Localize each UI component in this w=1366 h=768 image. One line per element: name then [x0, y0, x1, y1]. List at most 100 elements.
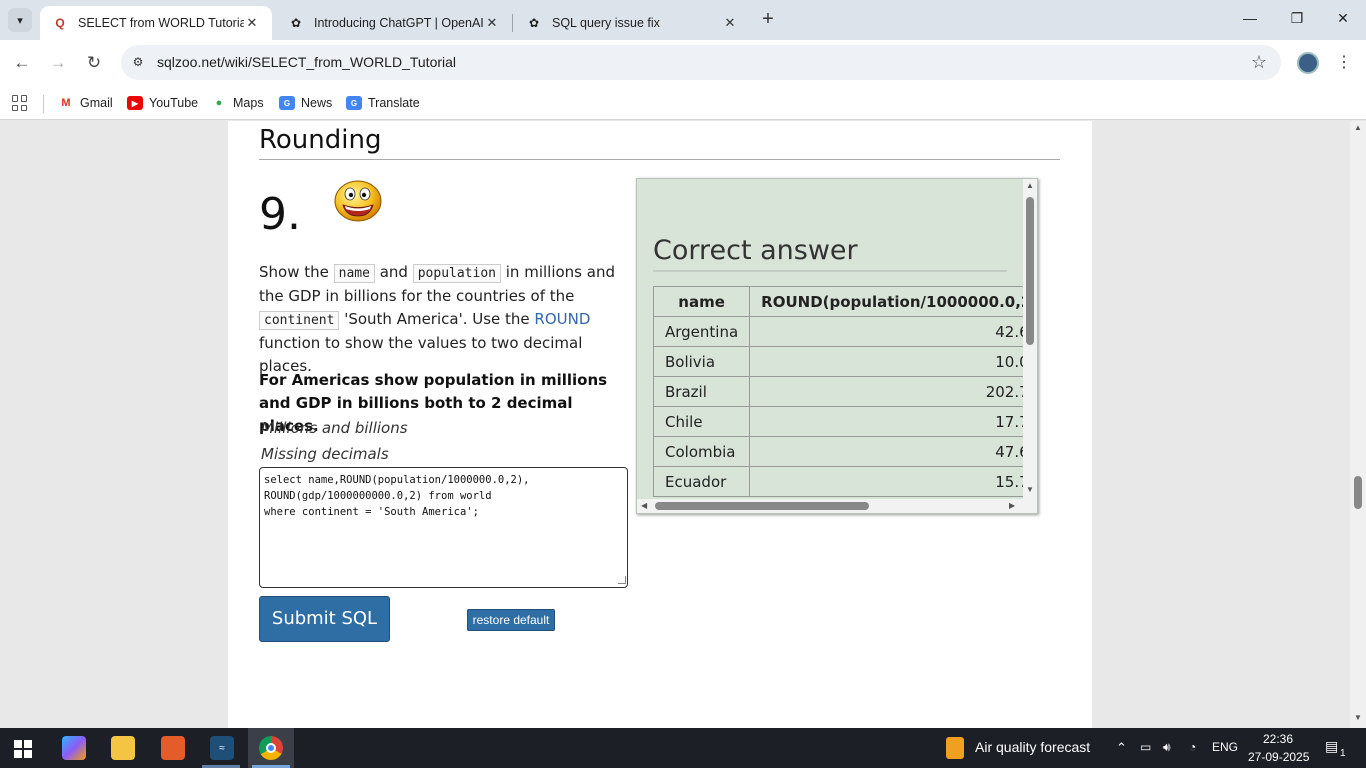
answer-horizontal-scrollbar[interactable]: ◀ ▶: [637, 499, 1037, 513]
bookmark-translate[interactable]: G Translate: [346, 93, 420, 113]
section-heading: Rounding: [259, 125, 1060, 160]
page-content: Rounding 9. Show the name and population…: [228, 121, 1092, 728]
close-icon[interactable]: ✕: [722, 15, 738, 31]
office-app-icon[interactable]: [161, 736, 185, 760]
reload-icon: ↻: [86, 53, 102, 72]
map-pin-icon: ●: [215, 97, 223, 109]
address-bar[interactable]: ⚙ sqlzoo.net/wiki/SELECT_from_WORLD_Tuto…: [121, 45, 1281, 80]
cell-value: 202.79: [749, 376, 1037, 407]
code-population: population: [412, 264, 501, 283]
openai-icon: ✿: [528, 16, 540, 30]
cell-value: 15.77: [749, 466, 1037, 497]
bookmarks-separator: [43, 95, 44, 113]
cell-value: 17.77: [749, 406, 1037, 437]
youtube-icon: ▶: [127, 96, 143, 110]
clock-date[interactable]: 27-09-2025: [1248, 750, 1309, 764]
bookmark-maps[interactable]: ● Maps: [211, 93, 264, 113]
tab-search-button[interactable]: ▾: [8, 8, 32, 32]
openai-icon: ✿: [290, 16, 302, 30]
page-scrollbar[interactable]: ▲ ▼: [1350, 121, 1366, 728]
cell-name: Argentina: [652, 316, 751, 347]
chevron-up-icon[interactable]: ⌃: [1116, 740, 1127, 756]
code-name: name: [333, 264, 375, 283]
page-scroll-thumb[interactable]: [1354, 476, 1362, 509]
scroll-down-icon[interactable]: ▼: [1354, 713, 1362, 722]
scroll-left-icon[interactable]: ◀: [641, 501, 647, 510]
tab-introducing-chatgpt[interactable]: ✿ Introducing ChatGPT | OpenAI ✕: [276, 6, 512, 40]
minimize-button[interactable]: —: [1240, 10, 1260, 30]
bookmark-label: YouTube: [149, 96, 199, 110]
speaker-icon[interactable]: 🔊︎: [1163, 740, 1171, 755]
scroll-thumb[interactable]: [1026, 197, 1034, 345]
tab-select-from-world[interactable]: Q SELECT from WORLD Tutorial - ✕: [40, 6, 272, 40]
restore-window-button[interactable]: ❐: [1287, 10, 1307, 30]
round-function-link[interactable]: ROUND: [534, 310, 590, 328]
notification-icon[interactable]: ▤: [1325, 738, 1338, 755]
column-header: name: [652, 286, 751, 317]
site-info-icon[interactable]: ⚙: [129, 53, 147, 71]
table-row: Argentina 42.67: [652, 316, 1037, 347]
notification-count: 1: [1340, 748, 1346, 759]
dolphin-icon: ≈: [219, 742, 225, 754]
answer-vertical-scrollbar[interactable]: ▲ ▼: [1023, 179, 1037, 501]
bookmark-label: Maps: [233, 96, 264, 110]
close-icon[interactable]: ✕: [484, 15, 500, 31]
submit-sql-button[interactable]: Submit SQL: [259, 596, 390, 642]
bookmark-label: Gmail: [80, 96, 113, 110]
profile-avatar[interactable]: [1297, 52, 1319, 74]
reload-button[interactable]: ↻: [83, 52, 105, 74]
smiley-face-icon: [334, 180, 382, 222]
close-icon[interactable]: ✕: [244, 15, 260, 31]
wifi-icon[interactable]: ◔: [1189, 740, 1196, 754]
bookmark-star-icon[interactable]: ☆: [1251, 52, 1267, 73]
copilot-icon[interactable]: [62, 736, 86, 760]
arrow-right-icon: →: [49, 53, 67, 72]
language-indicator[interactable]: ENG: [1212, 740, 1238, 754]
file-explorer-icon[interactable]: [111, 736, 135, 760]
sql-editor[interactable]: select name,ROUND(population/1000000.0,2…: [259, 467, 628, 588]
mysql-workbench-icon[interactable]: ≈: [210, 736, 234, 760]
weather-widget-text[interactable]: Air quality forecast: [975, 739, 1090, 755]
restore-default-button[interactable]: restore default: [467, 609, 555, 631]
table-header-row: name ROUND(population/1000000.0,2): [652, 286, 1037, 317]
hint-missing-decimals[interactable]: Missing decimals: [261, 445, 389, 463]
answer-table: name ROUND(population/1000000.0,2) Argen…: [652, 286, 1037, 497]
code-continent: continent: [259, 311, 340, 330]
chevron-down-icon: ▾: [17, 14, 23, 27]
new-tab-button[interactable]: +: [758, 9, 778, 30]
bookmark-label: Translate: [368, 96, 420, 110]
bookmark-news[interactable]: G News: [279, 93, 332, 113]
battery-icon[interactable]: ▭: [1140, 740, 1151, 754]
arrow-left-icon: ←: [13, 53, 31, 72]
sqlzoo-icon: Q: [55, 16, 65, 30]
translate-icon: G: [346, 96, 362, 110]
correct-answer-panel: Correct answer name ROUND(population/100…: [636, 178, 1038, 514]
air-quality-icon[interactable]: [946, 737, 964, 759]
scroll-down-icon[interactable]: ▼: [1026, 485, 1034, 494]
scroll-thumb[interactable]: [655, 502, 869, 510]
table-row: Ecuador 15.77: [652, 466, 1037, 497]
scroll-up-icon[interactable]: ▲: [1026, 181, 1034, 190]
news-icon: G: [279, 96, 295, 110]
back-button[interactable]: ←: [11, 52, 33, 74]
bookmark-gmail[interactable]: M Gmail: [58, 93, 113, 113]
scroll-right-icon[interactable]: ▶: [1009, 501, 1015, 510]
bookmark-youtube[interactable]: ▶ YouTube: [127, 93, 198, 113]
resize-grip[interactable]: [618, 576, 626, 584]
question-number: 9.: [259, 189, 301, 240]
table-row: Chile 17.77: [652, 406, 1037, 437]
scroll-up-icon[interactable]: ▲: [1354, 123, 1362, 132]
chrome-icon[interactable]: [259, 736, 283, 760]
windows-start-icon[interactable]: [14, 740, 32, 758]
hint-millions-billions[interactable]: Millions and billions: [261, 419, 408, 437]
apps-grid-icon[interactable]: [12, 95, 28, 111]
tab-title: SQL query issue fix: [552, 16, 660, 30]
forward-button[interactable]: →: [47, 52, 69, 74]
close-window-button[interactable]: ✕: [1333, 10, 1353, 30]
tab-strip: ▾ Q SELECT from WORLD Tutorial - ✕ ✿ Int…: [0, 0, 1366, 40]
table-row: Colombia 47.66: [652, 436, 1037, 467]
menu-kebab-icon[interactable]: ⋮: [1336, 52, 1352, 72]
tab-sql-query-issue[interactable]: ✿ SQL query issue fix ✕: [514, 6, 750, 40]
clock-time[interactable]: 22:36: [1263, 732, 1293, 746]
page-viewport: Rounding 9. Show the name and population…: [0, 121, 1350, 728]
